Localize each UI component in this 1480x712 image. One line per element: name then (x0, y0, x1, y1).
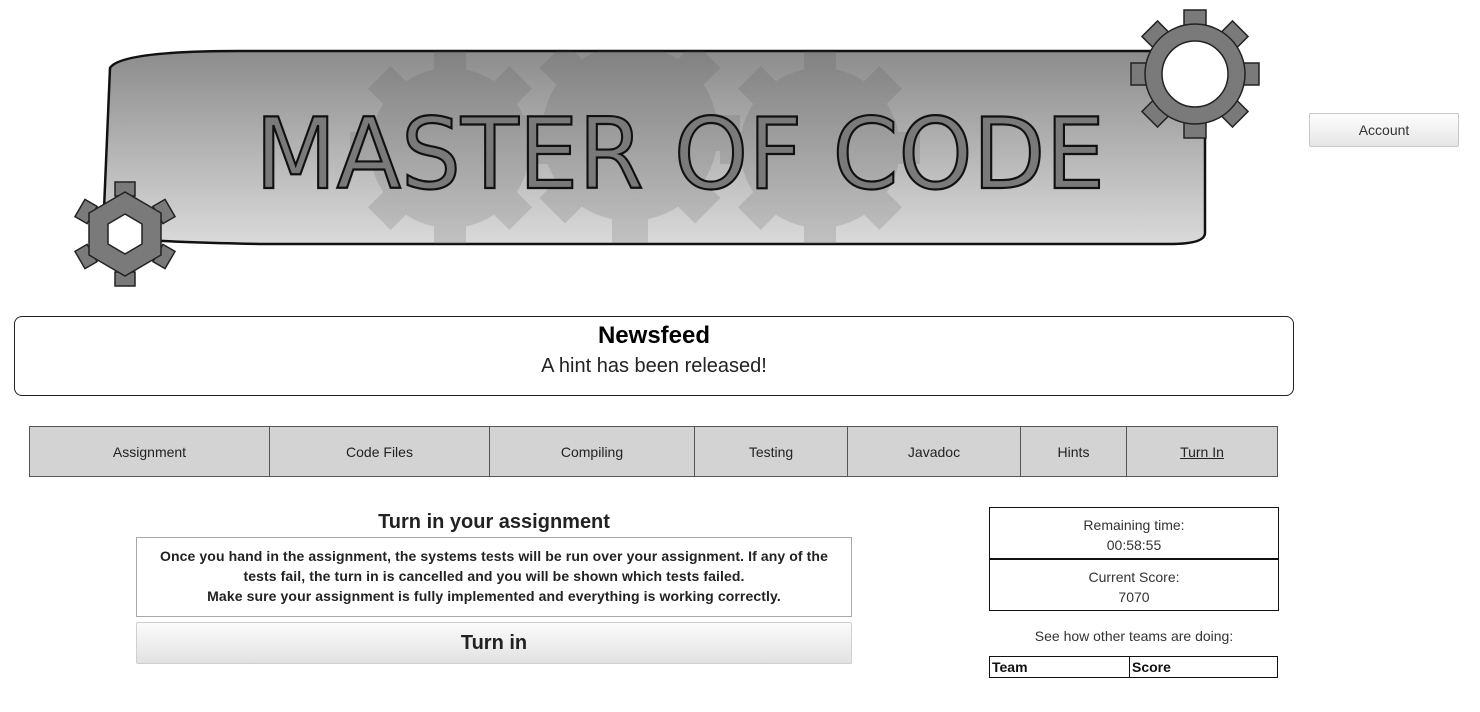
tab-compiling[interactable]: Compiling (490, 427, 695, 476)
gear-icon (1130, 9, 1260, 139)
current-score-box: Current Score: 7070 (989, 559, 1279, 611)
tab-testing[interactable]: Testing (695, 427, 848, 476)
tab-assignment[interactable]: Assignment (30, 427, 270, 476)
team-score-table: Team Score (989, 656, 1278, 678)
turnin-heading: Turn in your assignment (378, 511, 610, 533)
tab-label: Compiling (560, 443, 624, 460)
tab-hints[interactable]: Hints (1021, 427, 1127, 476)
current-score-value: 7070 (1118, 589, 1150, 605)
tab-bar: Assignment Code Files Compiling Testing … (29, 426, 1278, 477)
tab-label: Assignment (112, 443, 187, 460)
account-button[interactable]: Account (1309, 113, 1459, 147)
column-header-score: Score (1129, 656, 1278, 678)
tab-label: Javadoc (907, 443, 961, 460)
teams-prompt: See how other teams are doing: (1034, 628, 1234, 644)
site-logo-banner: MASTER OF CODE (60, 8, 1270, 293)
tab-label: Turn In (1180, 443, 1224, 460)
tab-label: Code Files (346, 443, 413, 460)
info-line: Make sure your assignment is fully imple… (207, 588, 781, 604)
banner-title: MASTER OF CODE (255, 98, 1105, 212)
turnin-info-box: Once you hand in the assignment, the sys… (136, 537, 852, 617)
tab-code-files[interactable]: Code Files (270, 427, 490, 476)
tab-label: Testing (748, 443, 794, 460)
info-line: Once you hand in the assignment, the sys… (160, 548, 828, 564)
tab-turn-in[interactable]: Turn In (1127, 427, 1277, 476)
remaining-time-value: 00:58:55 (1106, 537, 1162, 553)
current-score-label: Current Score: (1088, 569, 1180, 585)
tab-label: Hints (1057, 443, 1090, 460)
column-header-team: Team (989, 656, 1130, 678)
remaining-time-box: Remaining time: 00:58:55 (989, 507, 1279, 559)
info-line: tests fail, the turn in is cancelled and… (243, 568, 745, 584)
tab-javadoc[interactable]: Javadoc (848, 427, 1021, 476)
newsfeed-panel: Newsfeed A hint has been released! (14, 316, 1294, 396)
newsfeed-message: A hint has been released! (541, 355, 767, 377)
turn-in-button[interactable]: Turn in (136, 622, 852, 664)
table-header-row: Team Score (989, 656, 1278, 678)
remaining-time-label: Remaining time: (1083, 517, 1185, 533)
newsfeed-title: Newsfeed (597, 322, 711, 349)
